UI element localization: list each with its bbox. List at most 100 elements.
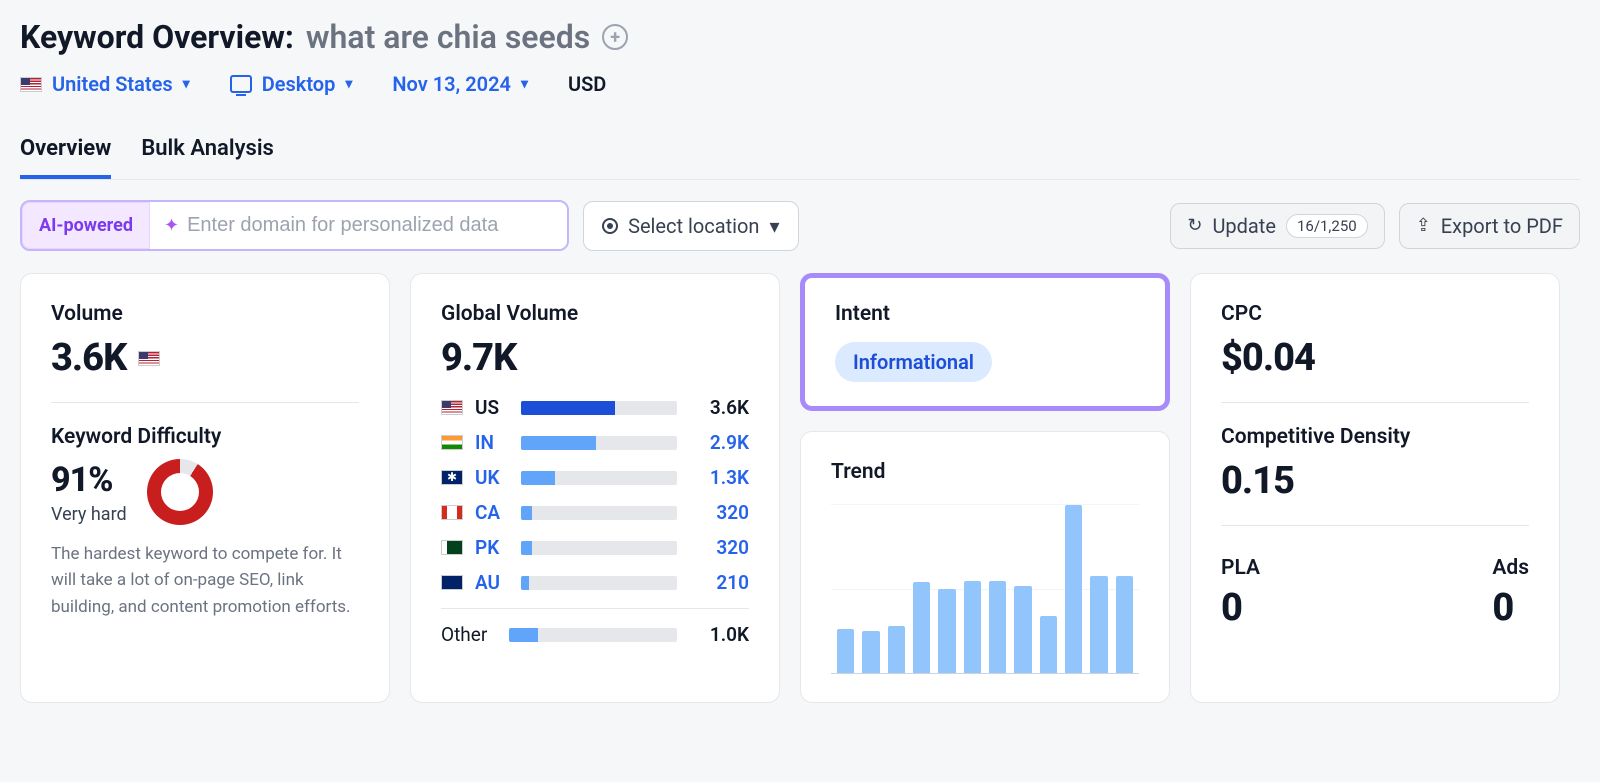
metrics-grid: Volume 3.6K Keyword Difficulty 91% Very … [20, 273, 1580, 703]
refresh-icon: ↻ [1187, 215, 1202, 236]
tab-bulk-analysis[interactable]: Bulk Analysis [141, 136, 274, 179]
sparkle-icon: ✦ [150, 215, 187, 236]
kd-label: Very hard [51, 504, 127, 525]
device-label: Desktop [262, 72, 336, 96]
cd-value: 0.15 [1221, 459, 1529, 503]
update-button[interactable]: ↻ Update 16/1,250 [1170, 203, 1384, 249]
country-filter[interactable]: United States ▾ [20, 72, 190, 96]
flag-icon [441, 470, 463, 485]
gv-bar [521, 471, 677, 485]
us-flag-icon [138, 351, 160, 366]
domain-input[interactable] [187, 202, 567, 249]
kd-title: Keyword Difficulty [51, 425, 359, 449]
currency-display: USD [568, 72, 606, 96]
trend-bar [837, 629, 854, 673]
update-label: Update [1212, 214, 1276, 238]
gv-bar [521, 576, 677, 590]
kd-donut-icon [147, 459, 213, 525]
chevron-down-icon: ▾ [521, 76, 528, 92]
add-keyword-button[interactable]: + [602, 24, 628, 50]
global-volume-card: Global Volume 9.7K US 3.6K IN 2.9K UK 1.3K CA 3… [410, 273, 780, 703]
volume-title: Volume [51, 302, 359, 326]
cd-title: Competitive Density [1221, 425, 1529, 449]
flag-icon [441, 400, 463, 415]
date-label: Nov 13, 2024 [392, 72, 511, 96]
gv-row[interactable]: CA 320 [441, 501, 749, 524]
trend-chart [831, 504, 1139, 674]
update-count-badge: 16/1,250 [1286, 214, 1368, 238]
export-pdf-button[interactable]: ⇪ Export to PDF [1399, 203, 1580, 249]
volume-card: Volume 3.6K Keyword Difficulty 91% Very … [20, 273, 390, 703]
gv-value: 3.6K [689, 396, 749, 419]
device-filter[interactable]: Desktop ▾ [230, 72, 353, 96]
location-label: Select location [628, 214, 759, 238]
gv-other-label: Other [441, 623, 497, 646]
flag-icon [441, 540, 463, 555]
title-prefix: Keyword Overview: [20, 18, 294, 56]
desktop-icon [230, 75, 252, 93]
filter-row: United States ▾ Desktop ▾ Nov 13, 2024 ▾… [20, 72, 1580, 96]
intent-card: Intent Informational [800, 273, 1170, 411]
export-label: Export to PDF [1441, 214, 1563, 238]
gv-other-bar [509, 628, 677, 642]
gv-other-value: 1.0K [689, 623, 749, 646]
gv-value: 1.3K [689, 466, 749, 489]
gv-row[interactable]: PK 320 [441, 536, 749, 559]
ads-value: 0 [1492, 586, 1529, 630]
cpc-card: CPC $0.04 Competitive Density 0.15 PLA 0… [1190, 273, 1560, 703]
gv-country-code: IN [475, 431, 509, 454]
trend-bar [1116, 576, 1133, 673]
gv-country-code: CA [475, 501, 509, 524]
gv-country-code: US [475, 396, 509, 419]
flag-icon [441, 505, 463, 520]
trend-bar [989, 581, 1006, 673]
location-select[interactable]: Select location ▾ [583, 201, 798, 251]
export-icon: ⇪ [1416, 215, 1431, 236]
gv-row[interactable]: IN 2.9K [441, 431, 749, 454]
trend-title: Trend [831, 460, 1139, 484]
gv-country-code: AU [475, 571, 509, 594]
intent-title: Intent [835, 302, 1135, 326]
gv-row[interactable]: AU 210 [441, 571, 749, 594]
trend-card: Trend [800, 431, 1170, 703]
gv-value: 2.9K [689, 431, 749, 454]
gv-country-code: UK [475, 466, 509, 489]
volume-value: 3.6K [51, 336, 126, 380]
gv-row: US 3.6K [441, 396, 749, 419]
trend-bar [1014, 586, 1031, 673]
currency-label: USD [568, 72, 606, 96]
toolbar: AI-powered ✦ Select location ▾ ↻ Update … [20, 200, 1580, 251]
global-volume-value: 9.7K [441, 336, 749, 380]
gv-bar [521, 401, 677, 415]
date-filter[interactable]: Nov 13, 2024 ▾ [392, 72, 528, 96]
cpc-value: $0.04 [1221, 336, 1529, 380]
page-title: Keyword Overview: what are chia seeds + [20, 18, 1580, 56]
tab-bar: Overview Bulk Analysis [20, 136, 1580, 180]
chevron-down-icon: ▾ [769, 214, 779, 238]
ads-title: Ads [1492, 556, 1529, 580]
location-pin-icon [602, 218, 618, 234]
gv-value: 320 [689, 501, 749, 524]
gv-value: 210 [689, 571, 749, 594]
gv-row-other: Other 1.0K [441, 623, 749, 646]
trend-bar [1040, 616, 1057, 673]
domain-input-group: AI-powered ✦ [20, 200, 569, 251]
pla-value: 0 [1221, 586, 1260, 630]
gv-row[interactable]: UK 1.3K [441, 466, 749, 489]
trend-bar [1065, 505, 1082, 673]
country-label: United States [52, 72, 173, 96]
us-flag-icon [20, 77, 42, 92]
intent-badge[interactable]: Informational [835, 342, 992, 382]
trend-bar [913, 582, 930, 673]
tab-overview[interactable]: Overview [20, 136, 111, 179]
trend-bar [888, 626, 905, 673]
kd-value: 91% [51, 460, 127, 500]
global-volume-title: Global Volume [441, 302, 749, 326]
gv-bar [521, 541, 677, 555]
trend-bar [1090, 576, 1107, 673]
gv-country-code: PK [475, 536, 509, 559]
gv-value: 320 [689, 536, 749, 559]
kd-description: The hardest keyword to compete for. It w… [51, 541, 359, 620]
trend-bar [964, 581, 981, 673]
ai-powered-badge: AI-powered [22, 202, 150, 249]
